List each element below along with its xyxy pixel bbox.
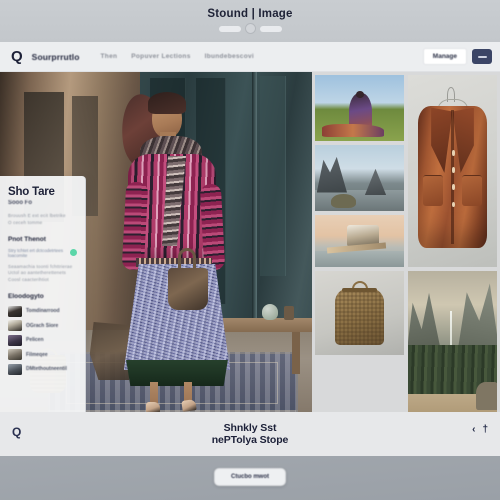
jacket-pocket-left xyxy=(423,174,443,206)
jacket-placket xyxy=(451,109,454,244)
image-grid xyxy=(312,72,500,425)
list-item-label: Pelicen xyxy=(26,337,44,343)
panel-section-a-line-3: Coosl caacterihtiot xyxy=(8,276,49,282)
jacket-button-1 xyxy=(451,149,456,156)
caption-block: Shnkly Sst nePTolya Stope xyxy=(212,422,289,446)
thumb-person xyxy=(8,334,22,346)
list-item[interactable]: Tomdinarrood xyxy=(8,305,77,317)
grid-tile-mountain-waterfall[interactable] xyxy=(408,271,497,425)
caption-line-2: nePTolya Stope xyxy=(211,434,289,446)
table-leg-right xyxy=(292,332,300,374)
panel-title: Sho Tare xyxy=(8,186,55,198)
hamburger-bar xyxy=(477,55,487,58)
ocean-horizon xyxy=(315,251,404,267)
list-item-label: OGrach Siore xyxy=(26,322,59,329)
backpack-strap xyxy=(341,287,378,292)
jacket-pocket-right xyxy=(462,174,482,206)
search-q-icon[interactable]: Q xyxy=(12,425,21,439)
grid-tile-rocky-coastline[interactable] xyxy=(315,145,404,211)
info-icon[interactable]: † xyxy=(482,424,488,435)
nav-link-3[interactable]: Ibundebescovi xyxy=(205,53,254,60)
panel-status-text: Stry tchtet ert dctcodetrtees loacomite xyxy=(8,247,64,258)
grid-tile-leather-jacket[interactable] xyxy=(408,75,497,267)
panel-section-a: Pnot Thenot Stry tchtet ert dctcodetrtee… xyxy=(8,236,77,282)
chevron-icon[interactable]: ‹ xyxy=(472,424,475,435)
panel-section-a-heading: Pnot Thenot xyxy=(8,235,46,243)
caption-actions: ‹ † xyxy=(472,424,488,435)
cta-button[interactable]: Manage xyxy=(422,48,467,65)
door-panel-3 xyxy=(260,76,286,276)
panel-section-b: Eloodogyto Tomdinarrood OGrach Siore Pel… xyxy=(8,293,77,375)
segment-right[interactable] xyxy=(259,25,282,32)
panel-body-line-2: O ceceh tomme xyxy=(8,219,43,225)
nav-links: Then Popuver Lections Ibundebescovi xyxy=(101,53,255,60)
thumb-sunglasses xyxy=(8,320,22,331)
caption-bar: Q Shnkly Sst nePTolya Stope ‹ † xyxy=(0,412,500,456)
grid-tile-woman-on-grass-field[interactable] xyxy=(315,75,404,141)
segment-knob[interactable] xyxy=(244,23,256,34)
hamburger-icon[interactable] xyxy=(472,49,492,64)
backpack-body xyxy=(334,287,385,345)
spread-cloth xyxy=(322,123,385,138)
list-item[interactable]: Filmeqee xyxy=(8,349,77,360)
panel-section-a-line-1: Seaamachia toonti fchttrierae xyxy=(8,263,73,269)
segmented-control[interactable] xyxy=(218,23,282,34)
model-green-underskirt xyxy=(126,360,228,386)
dock-button[interactable]: Ctucbo mwot xyxy=(214,468,286,486)
panel-subtitle: Sooo Fo xyxy=(8,200,32,206)
list-item[interactable]: Pelicen xyxy=(8,334,77,346)
window-title: Stound | Image xyxy=(207,8,293,20)
thumb-interior xyxy=(8,349,22,360)
boulder xyxy=(331,193,356,209)
panel-status-row: Stry tchtet ert dctcodetrtees loacomite xyxy=(8,248,77,258)
nav-link-2[interactable]: Popuver Lections xyxy=(131,53,190,60)
foreground-rock xyxy=(475,381,497,410)
thumb-handbag xyxy=(8,305,22,317)
model-heel-right xyxy=(181,399,197,412)
list-item[interactable]: OGrach Siore xyxy=(8,320,77,331)
jacket-button-2 xyxy=(451,167,456,173)
sea-stack-right xyxy=(364,168,387,196)
jar xyxy=(284,306,294,320)
model-heel-left xyxy=(146,402,160,412)
vase xyxy=(262,304,278,320)
desktop-backdrop: Stound | Image Q Sourprrutlo Then Popuve… xyxy=(0,0,500,500)
panel-section-a-line-2: Uctol ao aantetherettenets xyxy=(8,270,66,275)
topbar-actions: Manage xyxy=(422,48,492,65)
top-navigation-bar: Q Sourprrutlo Then Popuver Lections Ibun… xyxy=(0,42,500,72)
window-title-bar: Stound | Image xyxy=(0,0,500,42)
sea-stack-left xyxy=(316,156,348,193)
leather-handbag xyxy=(168,268,208,310)
list-item-label: Filmeqee xyxy=(26,351,48,358)
segment-left[interactable] xyxy=(218,25,241,32)
thumb-landscape xyxy=(8,363,22,375)
nav-link-1[interactable]: Then xyxy=(101,53,118,60)
caption-line-1: Shnkly Sst xyxy=(223,421,277,434)
grid-tile-wooden-bench-sunset[interactable] xyxy=(315,215,404,267)
list-item-label: Tomdinarrood xyxy=(26,308,60,314)
panel-list: Tomdinarrood OGrach Siore Pelicen Filmeq… xyxy=(8,305,77,375)
list-item-label: DMtethoutneentil xyxy=(26,366,67,372)
panel-section-b-heading: Eloodogyto xyxy=(8,292,44,300)
sea-water xyxy=(315,189,404,211)
panel-body-line-1: Brouush E ext ecit lbetrike xyxy=(8,213,66,218)
app-window: Q Sourprrutlo Then Popuver Lections Ibun… xyxy=(0,42,500,456)
status-badge xyxy=(70,249,77,256)
model-hair-top xyxy=(148,92,186,114)
list-item[interactable]: DMtethoutneentil xyxy=(8,363,77,375)
figure-head xyxy=(355,90,364,99)
side-panel: Sho Tare Sooo Fo Brouush E ext ecit lbet… xyxy=(0,176,86,434)
content-canvas: Sho Tare Sooo Fo Brouush E ext ecit lbet… xyxy=(0,72,500,456)
magnifier-q-icon[interactable]: Q xyxy=(11,49,23,64)
brand-wordmark[interactable]: Sourprrutlo xyxy=(32,52,80,62)
grid-tile-burlap-backpack[interactable] xyxy=(315,271,404,355)
